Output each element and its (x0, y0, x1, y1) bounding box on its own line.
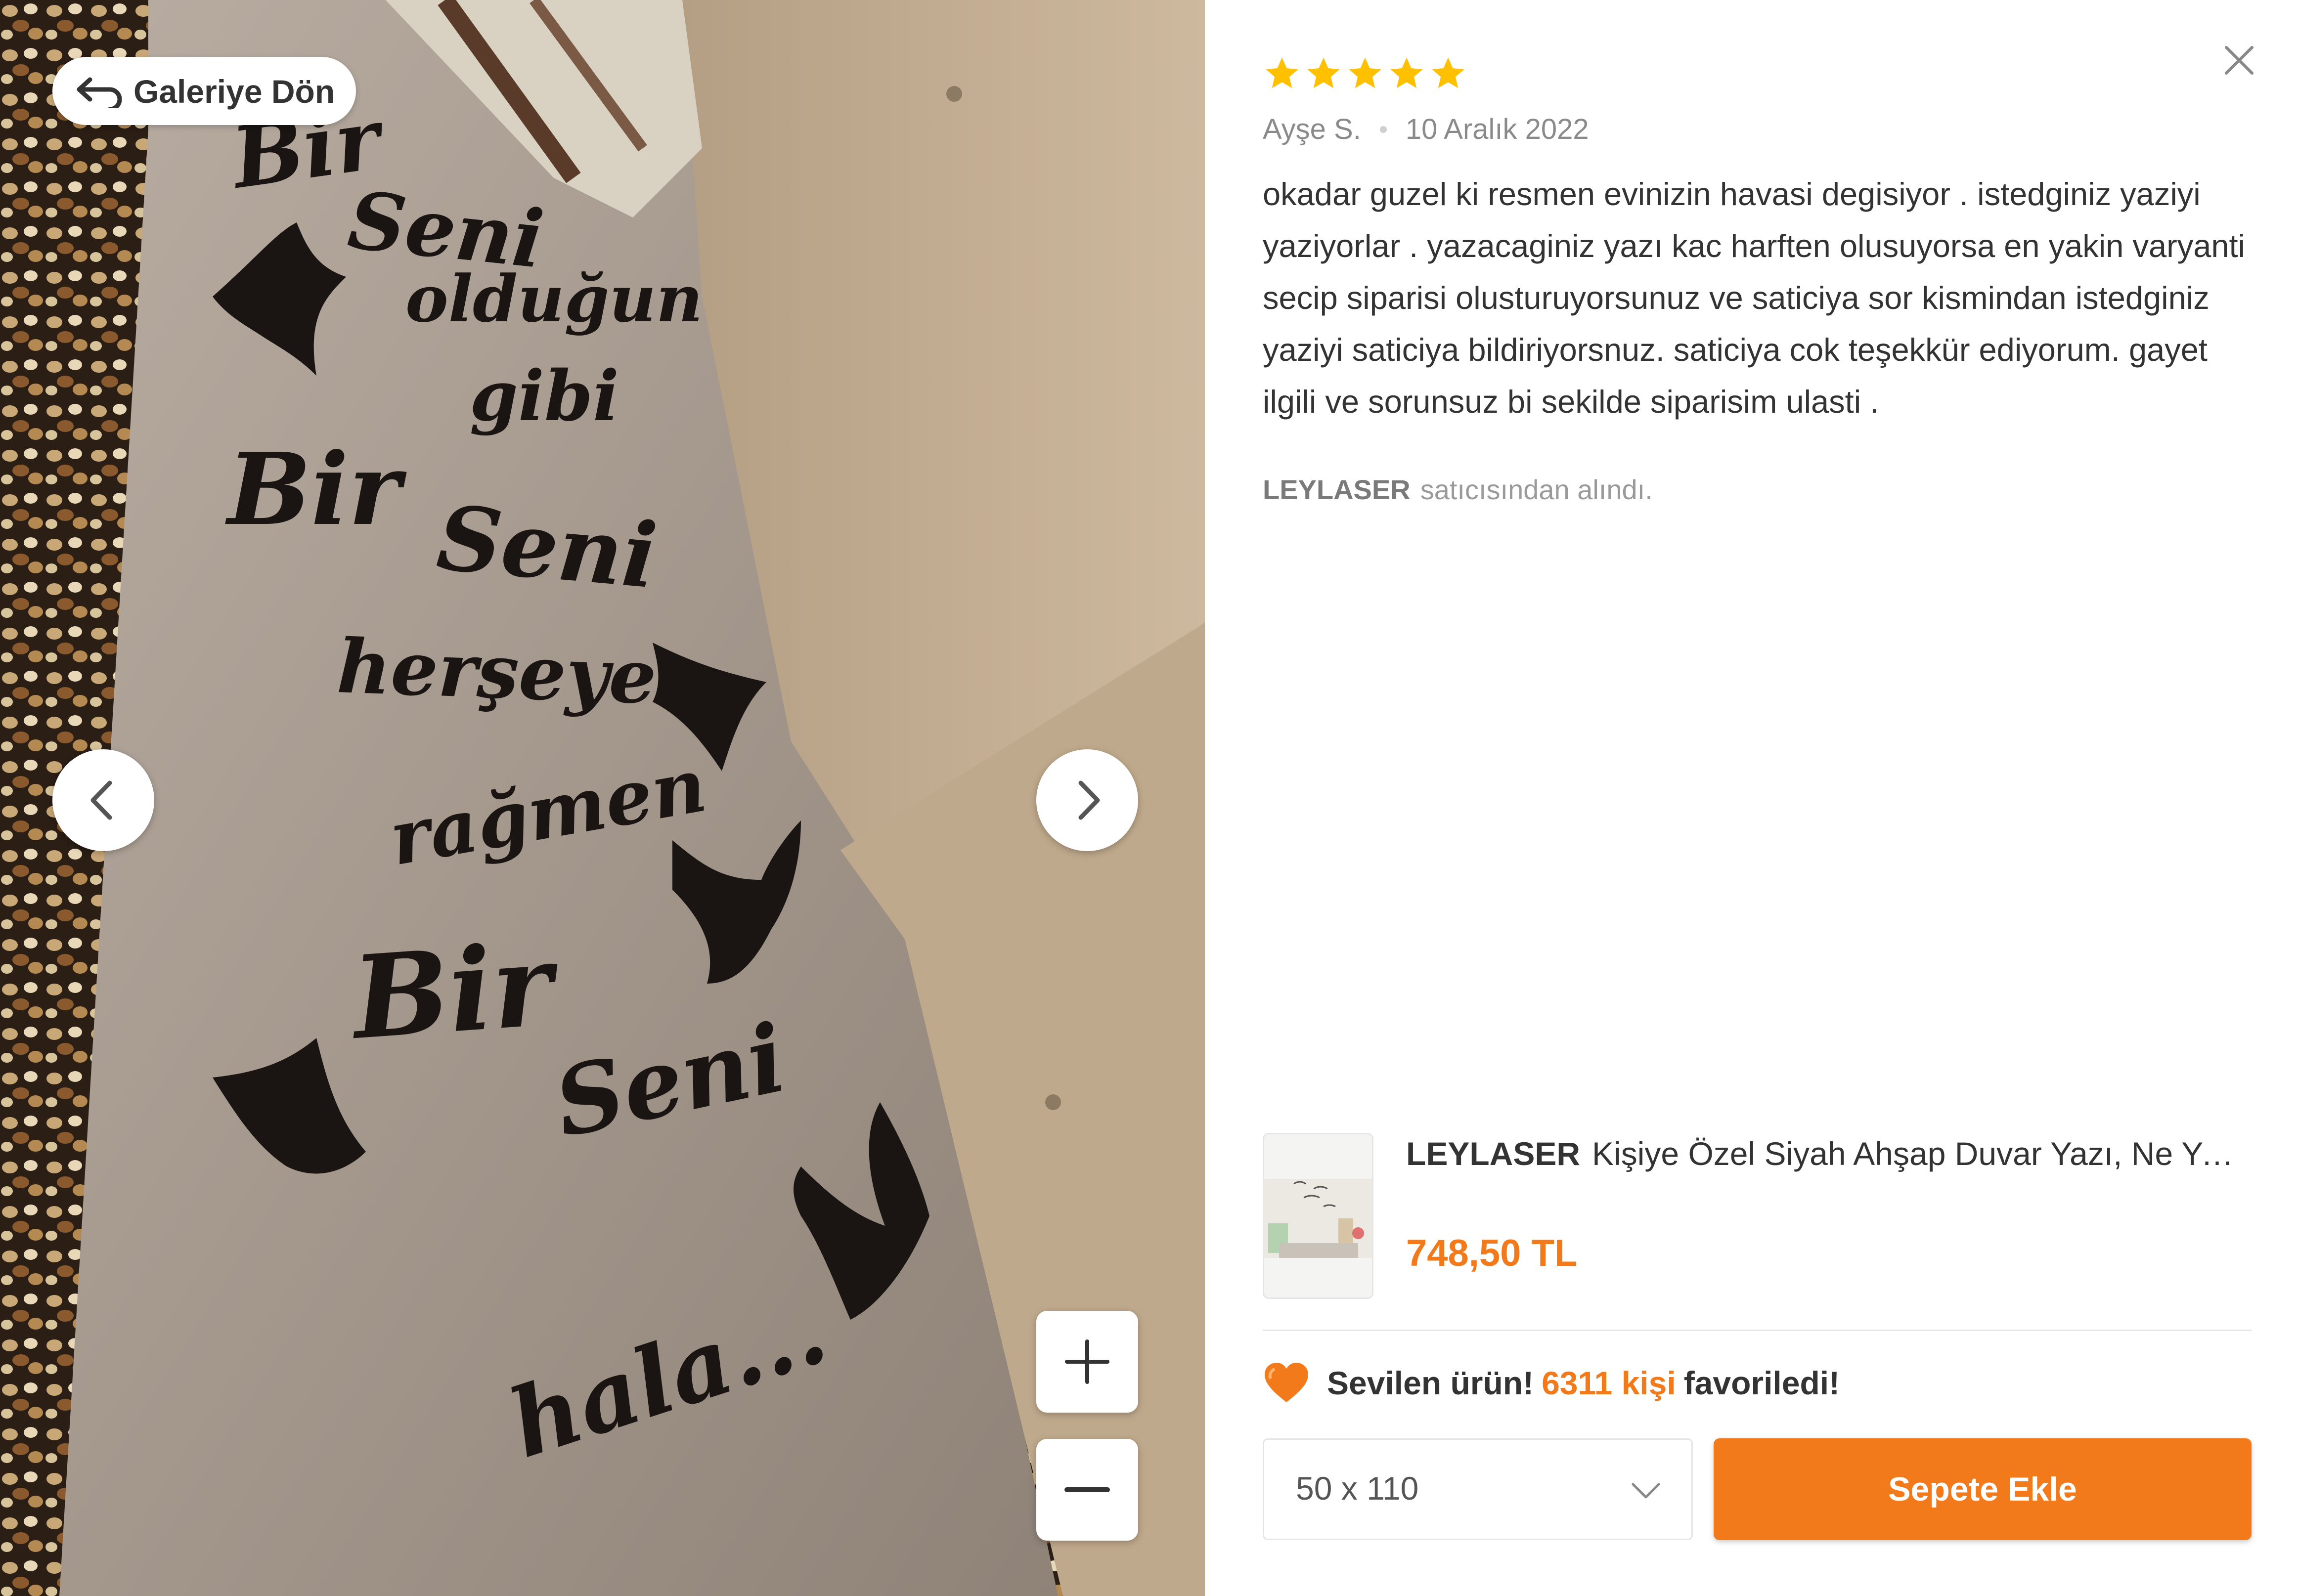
star-icon (1266, 57, 1298, 88)
review-date: 10 Aralık 2022 (1405, 113, 1589, 145)
seller-name: LEYLASER (1263, 474, 1411, 505)
photo-word: Bir (346, 917, 564, 1065)
size-select-value: 50 x 110 (1296, 1470, 1419, 1507)
zoom-in-button[interactable] (1036, 1311, 1138, 1413)
product-name: Kişiye Özel Siyah Ahşap Duvar Yazı, Ne Y… (1592, 1135, 2247, 1172)
photo-word: Seni (433, 486, 661, 609)
product-thumbnail-image (1264, 1134, 1372, 1297)
size-select[interactable]: 50 x 110 (1263, 1438, 1693, 1540)
seller-suffix: satıcısından alındı. (1420, 474, 1653, 505)
photo-viewer: Bir Seni olduğun gibi Bir Seni herşeye r… (0, 0, 1205, 1596)
review-meta: Ayşe S. 10 Aralık 2022 (1263, 113, 1589, 146)
back-arrow-icon (77, 77, 122, 108)
star-icon (1307, 57, 1340, 88)
back-to-gallery-label: Galeriye Dön (133, 73, 335, 110)
favorites-count: 6311 kişi (1542, 1365, 1676, 1401)
favorites-banner: Sevilen ürün! 6311 kişi favoriledi! (1263, 1358, 1840, 1408)
product-price: 748,50 TL (1406, 1232, 1578, 1274)
review-photo: Bir Seni olduğun gibi Bir Seni herşeye r… (0, 0, 1205, 1596)
separator-dot (1379, 126, 1387, 133)
star-icon (1390, 57, 1423, 88)
plus-icon (1065, 1339, 1109, 1384)
favorites-prefix: Sevilen ürün! (1327, 1365, 1534, 1401)
chevron-right-icon (1078, 780, 1100, 820)
close-button[interactable] (2220, 42, 2258, 79)
close-icon (2225, 46, 2254, 75)
zoom-out-button[interactable] (1036, 1439, 1138, 1541)
photo-word: olduğun (405, 261, 703, 337)
seller-info: LEYLASER satıcısından alındı. (1263, 474, 1653, 506)
star-rating (1263, 54, 1467, 96)
product-thumbnail[interactable] (1263, 1133, 1373, 1299)
review-text: okadar guzel ki resmen evinizin havasi d… (1263, 176, 2246, 420)
favorites-suffix: favoriledi! (1683, 1365, 1840, 1401)
star-icon (1349, 57, 1381, 88)
product-card: LEYLASER Kişiye Özel Siyah Ahşap Duvar Ya… (1263, 1133, 2252, 1301)
photo-word: Bir (225, 431, 407, 548)
add-to-cart-button[interactable]: Sepete Ekle (1714, 1438, 2252, 1540)
back-to-gallery-button[interactable]: Galeriye Dön (52, 57, 356, 125)
chevron-down-icon (1632, 1483, 1660, 1499)
review-author: Ayşe S. (1263, 113, 1361, 145)
next-photo-button[interactable] (1036, 749, 1138, 851)
divider (1263, 1330, 2252, 1331)
review-gallery-modal: Bir Seni olduğun gibi Bir Seni herşeye r… (0, 0, 2298, 1596)
chevron-left-icon (90, 780, 112, 820)
star-icon (1432, 57, 1464, 88)
review-panel: Ayşe S. 10 Aralık 2022 okadar guzel ki r… (1205, 0, 2298, 1596)
photo-word: herşeye (336, 623, 658, 721)
photo-word: gibi (470, 356, 619, 437)
product-title[interactable]: LEYLASER Kişiye Özel Siyah Ahşap Duvar Ya… (1406, 1135, 2247, 1172)
product-brand: LEYLASER (1406, 1135, 1581, 1172)
minus-icon (1064, 1487, 1110, 1492)
previous-photo-button[interactable] (52, 749, 154, 851)
heart-icon (1265, 1363, 1308, 1402)
